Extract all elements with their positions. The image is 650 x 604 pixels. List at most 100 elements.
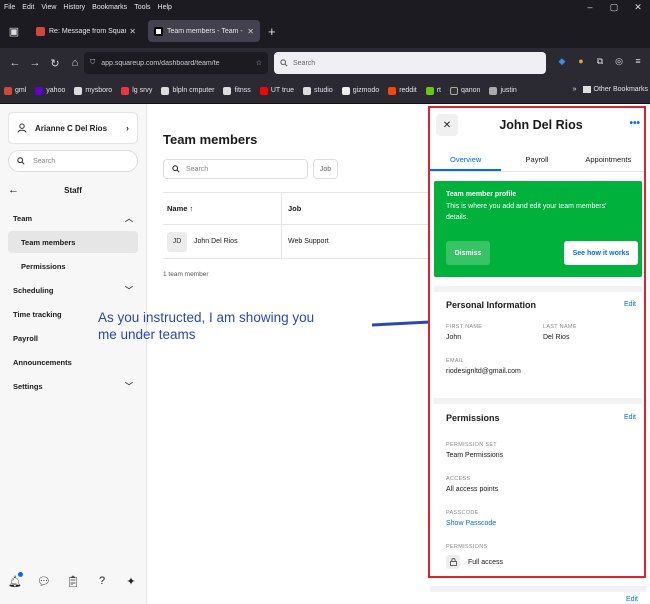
tab-overview-icon[interactable]: ▣ [4, 21, 24, 41]
edit-personal-link[interactable]: Edit [624, 301, 636, 308]
bookmark-item[interactable]: studio [303, 86, 333, 95]
bookmark-label: studio [314, 87, 333, 94]
passcode-field: PASSCODE Show Passcode [446, 510, 496, 527]
bookmarks-bar: gml yahoo mysboro lg srvy blpln cmputer … [0, 78, 650, 104]
back-arrow-icon[interactable]: ← [8, 184, 28, 196]
edit-permissions-link[interactable]: Edit [624, 414, 636, 421]
chevron-down-icon: ﹀ [125, 285, 133, 295]
account-switcher[interactable]: Arianne C Del Rios › [8, 112, 138, 144]
menu-edit[interactable]: Edit [22, 4, 34, 11]
shield-icon: ⛉ [90, 59, 96, 66]
bookmark-item[interactable]: blpln cmputer [161, 86, 214, 95]
extensions-puzzle-icon[interactable]: ⧉ [592, 56, 608, 70]
first-name-field: FIRST NAME John [446, 324, 482, 341]
bookmark-item[interactable]: justin [489, 86, 517, 95]
edit-link[interactable]: Edit [626, 596, 638, 603]
maximize-icon[interactable]: ▢ [602, 0, 626, 14]
sidebar-item-announcements[interactable]: Announcements [8, 351, 138, 373]
field-value: Team Permissions [446, 452, 504, 459]
back-icon[interactable]: ← [6, 57, 24, 69]
column-name[interactable]: Name ↑ [163, 193, 282, 224]
bookmark-item[interactable]: lg srvy [121, 86, 152, 95]
browser-tab-square[interactable]: Team members - Team - Staff | Sq ✕ [148, 20, 260, 42]
sidebar-footer: 🔔︎ 💬︎ 📋︎ ? ✦ [8, 572, 138, 588]
menu-tools[interactable]: Tools [134, 4, 150, 11]
notifications-bell-icon[interactable]: 🔔︎ [8, 572, 23, 588]
sparkle-icon[interactable]: ✦ [124, 574, 138, 588]
search-placeholder: Search [33, 157, 56, 165]
close-tab-icon[interactable]: ✕ [129, 27, 136, 36]
permissions-card: Permissions Edit PERMISSION SET Team Per… [434, 398, 642, 576]
bookmark-item[interactable]: rt [425, 86, 441, 95]
search-placeholder: Search [293, 59, 316, 67]
bookmark-item[interactable]: gml [4, 86, 26, 95]
web-search-input[interactable]: Search [274, 52, 546, 74]
menu-history[interactable]: History [63, 4, 85, 11]
browser-tab-gmail[interactable]: Re: Message from Square Suppo ✕ [30, 20, 142, 42]
bookmark-item[interactable]: mysboro [74, 86, 112, 95]
account-icon[interactable]: ◎ [611, 56, 627, 70]
sidebar-item-label: Settings [13, 381, 43, 391]
sidebar-item-permissions[interactable]: Permissions [8, 255, 138, 277]
member-name: John Del Rios [194, 238, 238, 245]
field-value: All access points [446, 486, 499, 493]
bookmark-item[interactable]: qanon [449, 86, 480, 95]
column-job[interactable]: Job [282, 204, 301, 213]
youtube-icon [259, 86, 268, 95]
search-placeholder: Search [186, 165, 209, 173]
menu-view[interactable]: View [41, 4, 56, 11]
bookmark-item[interactable]: gizmodo [341, 86, 379, 95]
tab-overview[interactable]: Overview [430, 148, 502, 171]
see-how-it-works-button[interactable]: See how it works [564, 241, 638, 265]
other-bookmarks[interactable]: » Other Bookmarks [573, 86, 648, 93]
menu-help[interactable]: Help [158, 4, 172, 11]
forward-icon[interactable]: → [26, 57, 44, 69]
bookmark-label: UT true [270, 87, 295, 94]
cookie-icon[interactable]: ● [573, 56, 589, 70]
close-window-icon[interactable]: ✕ [626, 0, 650, 14]
folder-icon [303, 86, 312, 95]
tab-appointments[interactable]: Appointments [573, 148, 644, 171]
help-icon[interactable]: ? [95, 574, 109, 588]
sidebar-search-input[interactable]: Search [8, 150, 138, 172]
menu-bar: File Edit View History Bookmarks Tools H… [0, 0, 650, 14]
menu-bookmarks[interactable]: Bookmarks [92, 4, 127, 11]
new-tab-icon[interactable]: + [268, 24, 276, 39]
table-header: Name ↑ Job [163, 192, 428, 225]
minimize-icon[interactable]: – [578, 0, 602, 14]
menu-file[interactable]: File [4, 4, 15, 11]
annotation-line: me under teams [98, 327, 196, 342]
team-search-input[interactable]: Search [163, 159, 308, 179]
bookmark-item[interactable]: reddit [388, 86, 417, 95]
sidebar-item-settings[interactable]: Settings ﹀ [8, 375, 138, 397]
extension-icon[interactable]: ◆ [554, 56, 570, 70]
more-options-icon[interactable]: ••• [629, 118, 640, 129]
account-name: Arianne C Del Rios [35, 123, 108, 133]
promo-heading: Team member profile [446, 191, 517, 198]
dismiss-button[interactable]: Dismiss [446, 241, 490, 265]
clipboard-icon[interactable]: 📋︎ [66, 574, 80, 588]
show-passcode-link[interactable]: Show Passcode [446, 520, 496, 527]
sidebar-item-team[interactable]: Team ︿ [8, 207, 138, 229]
table-row[interactable]: JD John Del Rios Web Support [163, 225, 428, 259]
job-filter-button[interactable]: Job [313, 159, 338, 179]
bookmark-star-icon[interactable]: ☆ [256, 59, 262, 67]
messages-icon[interactable]: 💬︎ [37, 574, 51, 588]
annotation-text: As you instructed, I am showing you me u… [98, 309, 368, 343]
tab-payroll[interactable]: Payroll [501, 148, 572, 171]
reload-icon[interactable]: ↻ [46, 57, 64, 70]
email-field: EMAIL riodesignltd@gmail.com [446, 358, 521, 375]
search-icon [17, 157, 25, 165]
close-tab-icon[interactable]: ✕ [247, 27, 254, 36]
sidebar-item-scheduling[interactable]: Scheduling ﹀ [8, 279, 138, 301]
bookmark-item[interactable]: yahoo [35, 86, 65, 95]
permission-set-field: PERMISSION SET Team Permissions [446, 442, 503, 459]
sidebar-item-team-members[interactable]: Team members [8, 231, 138, 253]
menu-icon[interactable]: ≡ [630, 56, 646, 70]
bookmark-item[interactable]: fitnss [223, 86, 251, 95]
url-bar[interactable]: ⛉ app.squareup.com/dashboard/team/te ☆ [84, 52, 268, 74]
bookmark-item[interactable]: UT true [259, 86, 295, 95]
field-label: ACCESS [446, 476, 471, 482]
chevron-right-icon[interactable]: » [573, 86, 577, 93]
home-icon[interactable]: ⌂ [66, 57, 84, 69]
